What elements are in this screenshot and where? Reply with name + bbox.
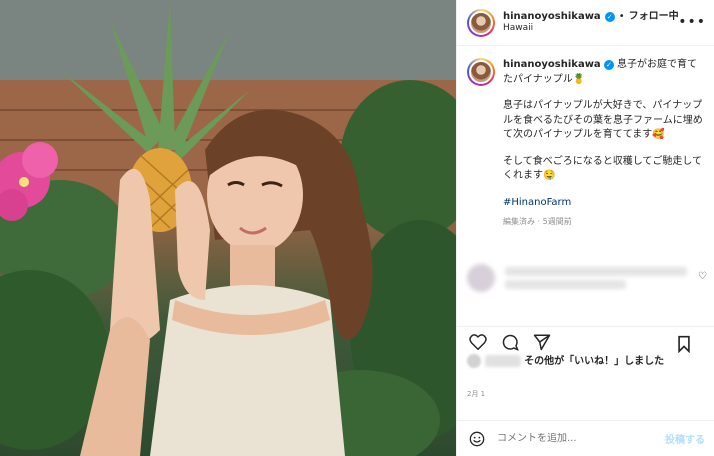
caption-first-line: hinanoyoshikawa ✓ 息子がお庭で育てたパイナップル🍍 xyxy=(503,58,704,87)
blurred-comment: ♡ xyxy=(467,258,707,298)
caption-section: hinanoyoshikawa ✓ 息子がお庭で育てたパイナップル🍍 息子はパイ… xyxy=(457,46,714,258)
photo-illustration xyxy=(0,0,456,456)
caption-text: hinanoyoshikawa ✓ 息子がお庭で育てたパイナップル🍍 息子はパイ… xyxy=(503,58,704,228)
post-date: 2月 1 xyxy=(467,390,486,398)
avatar[interactable] xyxy=(467,8,495,37)
neck xyxy=(230,245,275,290)
location-link[interactable]: Hawaii xyxy=(503,23,679,34)
action-bar xyxy=(457,326,714,356)
post-photo[interactable] xyxy=(0,0,456,456)
comment-icon[interactable] xyxy=(499,331,521,353)
hashtag-link[interactable]: #HinanoFarm xyxy=(503,196,704,211)
comment-like-heart-icon[interactable]: ♡ xyxy=(698,271,707,282)
caption-username-link[interactable]: hinanoyoshikawa xyxy=(503,59,601,70)
post-side-panel: hinanoyoshikawa ✓ • フォロー中 Hawaii ••• hin… xyxy=(456,0,714,456)
post-comment-button[interactable]: 投稿する xyxy=(665,431,705,446)
blurred-line xyxy=(505,267,687,276)
heart-icon[interactable] xyxy=(467,331,489,353)
instagram-post-view: hinanoyoshikawa ✓ • フォロー中 Hawaii ••• hin… xyxy=(0,0,714,456)
comment-bar: 投稿する xyxy=(457,420,714,456)
post-header: hinanoyoshikawa ✓ • フォロー中 Hawaii ••• xyxy=(457,0,714,46)
caption-avatar[interactable] xyxy=(467,58,495,86)
bookmark-icon[interactable] xyxy=(673,333,695,355)
separator-dot: • xyxy=(618,10,625,22)
comment-input[interactable] xyxy=(497,433,647,444)
username-link[interactable]: hinanoyoshikawa xyxy=(503,11,601,24)
header-text: hinanoyoshikawa ✓ • フォロー中 Hawaii xyxy=(503,11,679,35)
likes-text[interactable]: その他が「いいね！」しました xyxy=(524,356,664,367)
blurred-line xyxy=(505,280,627,289)
verified-badge-icon: ✓ xyxy=(604,11,615,22)
likes-summary: その他が「いいね！」しました xyxy=(467,354,707,370)
header-row: hinanoyoshikawa ✓ • フォロー中 xyxy=(503,11,679,24)
roof xyxy=(0,0,456,80)
caption-verified-badge-icon: ✓ xyxy=(603,60,614,70)
following-button[interactable]: フォロー中 xyxy=(629,11,679,24)
blurred-comment-text xyxy=(505,263,707,293)
liker-avatar xyxy=(467,354,481,368)
share-icon[interactable] xyxy=(531,331,553,353)
blurred-liker-name xyxy=(485,355,521,367)
caption-paragraph-1: 息子はパイナップルが大好きで、パイナップルを食べるたびその葉を息子ファームに埋め… xyxy=(503,100,703,140)
avatar-image xyxy=(469,10,493,35)
more-horizontal-icon[interactable]: ••• xyxy=(678,14,706,30)
emoji-icon[interactable] xyxy=(467,429,487,449)
caption-avatar-image xyxy=(469,60,493,84)
caption-meta: 編集済み · 5週間前 xyxy=(503,217,572,226)
blurred-avatar xyxy=(467,264,495,292)
caption-paragraph-2: そして食べごろになると収穫してご馳走してくれます🤤 xyxy=(503,155,703,182)
